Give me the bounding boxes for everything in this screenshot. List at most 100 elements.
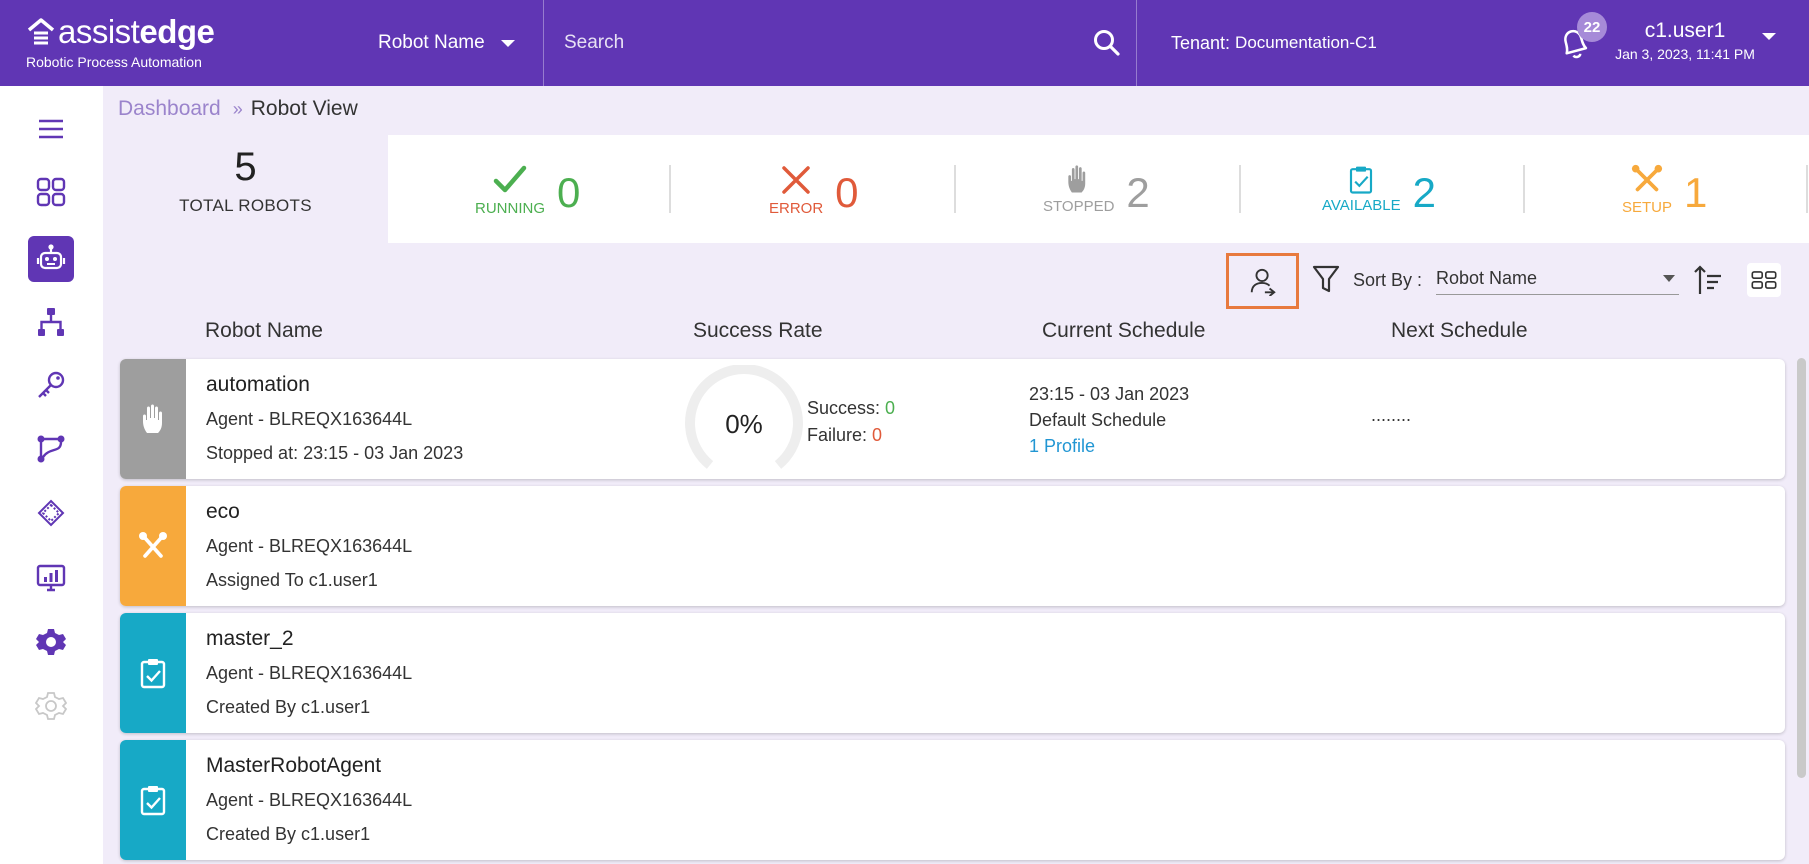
robot-name: automation <box>206 373 310 396</box>
check-icon <box>493 165 527 192</box>
close-icon <box>782 165 810 194</box>
stat-stopped[interactable]: STOPPED 2 <box>1043 135 1150 243</box>
user-login-datetime: Jan 3, 2023, 11:41 PM <box>1615 46 1755 62</box>
running-count: 0 <box>557 169 581 216</box>
total-robots-label: TOTAL ROBOTS <box>179 196 312 215</box>
sidebar-item-robots[interactable] <box>28 236 74 282</box>
success-failure-counts: Success: 0 Failure: 0 <box>807 395 895 449</box>
sort-by-value: Robot Name <box>1436 268 1538 288</box>
filter-icon[interactable] <box>1312 264 1340 294</box>
robot-name-dropdown-label: Robot Name <box>378 32 485 53</box>
sidebar-item-workflows[interactable] <box>28 426 74 472</box>
robot-name: MasterRobotAgent <box>206 754 382 777</box>
sidebar-item-monitoring[interactable] <box>28 555 74 601</box>
robot-name-dropdown[interactable]: Robot Name <box>378 0 543 86</box>
user-menu[interactable]: c1.user1 Jan 3, 2023, 11:41 PM <box>1600 18 1770 62</box>
robot-status-info: Stopped at: 23:15 - 03 Jan 2023 <box>206 443 464 463</box>
failure-count: 0 <box>872 425 883 445</box>
chip-icon <box>37 499 65 527</box>
status-strip-stopped <box>120 359 186 479</box>
logo-text-bold: edge <box>139 13 215 50</box>
column-header-next-schedule[interactable]: Next Schedule <box>1391 319 1528 343</box>
robot-row-master-2[interactable]: master_2 Agent - BLREQX163644L Created B… <box>120 613 1785 733</box>
breadcrumb: Dashboard » Robot View <box>118 97 358 121</box>
robot-agent: Agent - BLREQX163644L <box>206 790 413 810</box>
robot-row-automation[interactable]: automation Agent - BLREQX163644L Stopped… <box>120 359 1785 479</box>
stat-divider <box>954 165 956 213</box>
logo-text-light: assist <box>58 13 140 50</box>
running-label: RUNNING <box>475 199 545 217</box>
stat-error[interactable]: ERROR 0 <box>769 135 859 243</box>
breadcrumb-dashboard-link[interactable]: Dashboard <box>118 97 221 121</box>
error-label: ERROR <box>769 199 824 217</box>
user-name: c1.user1 <box>1644 19 1726 42</box>
available-label: AVAILABLE <box>1322 196 1401 214</box>
grid-view-icon <box>1751 271 1777 289</box>
chevron-down-icon <box>1663 275 1675 282</box>
stat-available[interactable]: AVAILABLE 2 <box>1322 135 1436 243</box>
failure-label: Failure: <box>807 425 868 445</box>
clipboard-check-icon <box>1350 166 1373 194</box>
monitor-chart-icon <box>36 564 66 592</box>
search-icon[interactable] <box>1092 28 1122 58</box>
sort-ascending-icon[interactable] <box>1693 264 1723 296</box>
success-label: Success: <box>807 398 881 418</box>
hand-stop-icon <box>1068 164 1085 192</box>
clipboard-check-icon <box>140 786 166 816</box>
user-assign-icon <box>1250 268 1276 296</box>
robot-row-masterrobotagent[interactable]: MasterRobotAgent Agent - BLREQX163644L C… <box>120 740 1785 860</box>
view-toggle-button[interactable] <box>1747 263 1781 297</box>
tenant-label: Tenant: <box>1171 32 1231 53</box>
stat-setup[interactable]: SETUP 1 <box>1622 135 1707 243</box>
robot-icon <box>36 244 66 270</box>
robot-status-info: Assigned To c1.user1 <box>206 570 378 590</box>
total-robots-count: 5 <box>234 145 257 189</box>
sidebar-item-admin-settings <box>28 683 74 729</box>
schedule-profile-link[interactable]: 1 Profile <box>1029 433 1189 459</box>
sidebar-item-processors[interactable] <box>28 490 74 536</box>
logo[interactable]: assist edge Robotic Process Automation <box>26 13 215 71</box>
stat-divider <box>1239 165 1241 213</box>
sort-by-dropdown[interactable]: Robot Name <box>1436 263 1679 295</box>
stat-running[interactable]: RUNNING 0 <box>475 135 580 243</box>
column-header-robot-name[interactable]: Robot Name <box>205 319 323 343</box>
app-header: assist edge Robotic Process Automation Ro… <box>0 0 1809 86</box>
stat-divider <box>1806 165 1808 213</box>
error-count: 0 <box>835 169 859 216</box>
robot-status-info: Created By c1.user1 <box>206 824 371 844</box>
schedule-time: 23:15 - 03 Jan 2023 <box>1029 384 1190 404</box>
robot-agent: Agent - BLREQX163644L <box>206 536 413 556</box>
assign-user-button[interactable] <box>1226 253 1299 309</box>
clipboard-check-icon <box>140 659 166 689</box>
scrollbar-thumb[interactable] <box>1797 358 1806 778</box>
chevron-down-icon <box>500 39 515 47</box>
stat-total-robots[interactable]: 5 TOTAL ROBOTS <box>103 135 388 243</box>
stat-divider <box>1523 165 1525 213</box>
stopped-count: 2 <box>1126 169 1150 216</box>
search-input[interactable] <box>544 32 1064 54</box>
robot-row-eco[interactable]: eco Agent - BLREQX163644L Assigned To c1… <box>120 486 1785 606</box>
sidebar-item-credentials[interactable] <box>28 362 74 408</box>
sidebar-item-dashboard[interactable] <box>28 169 74 215</box>
robot-agent: Agent - BLREQX163644L <box>206 409 413 429</box>
column-header-success-rate[interactable]: Success Rate <box>693 319 823 343</box>
status-strip-available <box>120 613 186 733</box>
sidebar-item-hierarchy[interactable] <box>28 299 74 345</box>
success-count: 0 <box>885 398 896 418</box>
user-menu-chevron-icon[interactable] <box>1762 33 1776 40</box>
setup-label: SETUP <box>1622 198 1673 216</box>
next-schedule: ........ <box>1371 405 1412 425</box>
available-count: 2 <box>1412 169 1437 216</box>
breadcrumb-current: Robot View <box>250 97 358 120</box>
settings-icon <box>36 629 66 655</box>
robot-agent: Agent - BLREQX163644L <box>206 663 413 683</box>
robot-name: eco <box>206 500 240 523</box>
tenant-value: Documentation-C1 <box>1235 33 1377 52</box>
status-strip-setup <box>120 486 186 606</box>
success-rate-value: 0% <box>725 409 763 439</box>
robot-name: master_2 <box>206 627 294 650</box>
sidebar-menu-toggle[interactable] <box>28 106 74 152</box>
key-icon <box>38 371 65 398</box>
column-header-current-schedule[interactable]: Current Schedule <box>1042 319 1205 343</box>
sidebar-item-settings[interactable] <box>28 619 74 665</box>
